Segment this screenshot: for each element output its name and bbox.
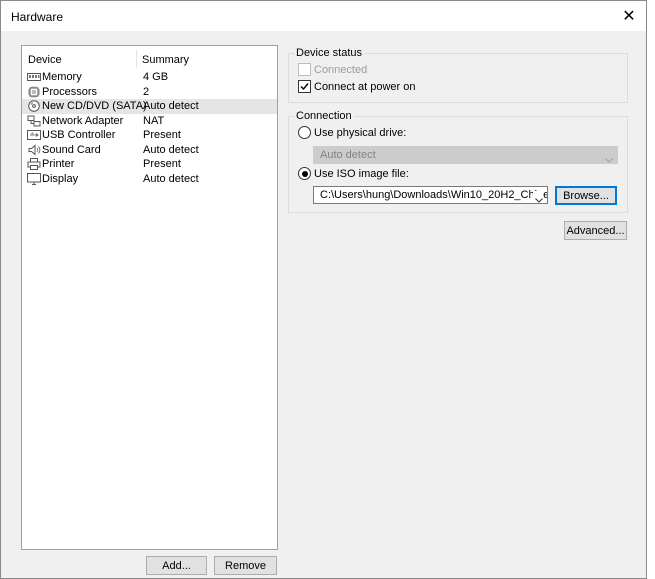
device-summary: 4 GB bbox=[143, 71, 169, 83]
window-title: Hardware bbox=[11, 10, 64, 24]
device-row-memory[interactable]: Memory 4 GB bbox=[22, 70, 277, 85]
device-status-title: Device status bbox=[294, 47, 365, 59]
device-summary: Auto detect bbox=[143, 100, 199, 112]
chevron-down-icon[interactable] bbox=[533, 192, 543, 203]
device-summary: 2 bbox=[143, 85, 150, 98]
device-name: Processors bbox=[42, 85, 98, 98]
usb-icon bbox=[27, 129, 41, 141]
connection-title: Connection bbox=[294, 110, 354, 122]
hardware-dialog: Hardware ✕ Device Summary Memory 4 GB Pr… bbox=[0, 0, 647, 579]
device-row-usb-controller[interactable]: USB Controller Present bbox=[22, 128, 277, 143]
device-list[interactable]: Device Summary Memory 4 GB Processors 2 bbox=[21, 45, 278, 550]
device-name: Display bbox=[42, 172, 79, 185]
device-row-display[interactable]: Display Auto detect bbox=[22, 172, 277, 187]
title-bar: Hardware ✕ bbox=[1, 1, 646, 31]
memory-icon bbox=[27, 71, 41, 83]
iso-path-input[interactable]: C:\Users\hung\Downloads\Win10_20H2_Chine… bbox=[313, 186, 548, 204]
physical-drive-select: Auto detect bbox=[313, 146, 618, 164]
use-iso-image-radio[interactable] bbox=[298, 167, 311, 180]
speaker-icon bbox=[27, 143, 41, 156]
device-name: New CD/DVD (SATA) bbox=[42, 100, 147, 112]
close-icon[interactable]: ✕ bbox=[612, 1, 646, 31]
physical-drive-value: Auto detect bbox=[320, 149, 376, 161]
browse-button[interactable]: Browse... bbox=[555, 186, 617, 205]
device-summary: Present bbox=[143, 129, 181, 141]
column-header-summary[interactable]: Summary bbox=[142, 54, 189, 66]
use-iso-image-label: Use ISO image file: bbox=[314, 168, 409, 180]
cd-dvd-icon bbox=[27, 100, 41, 112]
iso-path-value: C:\Users\hung\Downloads\Win10_20H2_Chine… bbox=[320, 189, 548, 201]
device-name: Printer bbox=[42, 158, 75, 170]
device-rows: Memory 4 GB Processors 2 New CD/DVD (SAT… bbox=[22, 70, 277, 186]
device-row-network-adapter[interactable]: Network Adapter NAT bbox=[22, 114, 277, 129]
device-summary: Auto detect bbox=[143, 172, 199, 185]
connected-checkbox[interactable] bbox=[298, 63, 311, 76]
device-name: Sound Card bbox=[42, 143, 101, 156]
connect-at-power-on-label: Connect at power on bbox=[314, 81, 416, 93]
connection-group: Connection Use physical drive: Auto dete… bbox=[288, 110, 628, 213]
column-header-device[interactable]: Device bbox=[28, 54, 62, 66]
connect-at-power-on-checkbox[interactable] bbox=[298, 80, 311, 93]
device-row-printer[interactable]: Printer Present bbox=[22, 157, 277, 172]
remove-button[interactable]: Remove bbox=[214, 556, 277, 575]
device-row-sound-card[interactable]: Sound Card Auto detect bbox=[22, 143, 277, 158]
device-name: Network Adapter bbox=[42, 114, 124, 127]
device-summary: Present bbox=[143, 158, 181, 170]
device-summary: NAT bbox=[143, 114, 165, 127]
column-separator[interactable] bbox=[136, 50, 137, 68]
printer-icon bbox=[27, 158, 41, 170]
device-row-processors[interactable]: Processors 2 bbox=[22, 85, 277, 100]
use-physical-drive-radio[interactable] bbox=[298, 126, 311, 139]
add-button[interactable]: Add... bbox=[146, 556, 207, 575]
device-name: USB Controller bbox=[42, 129, 116, 141]
device-list-header: Device Summary bbox=[22, 46, 277, 68]
device-status-group: Device status Connected Connect at power… bbox=[288, 47, 628, 103]
connected-label: Connected bbox=[314, 64, 368, 76]
network-icon bbox=[27, 115, 41, 127]
device-name: Memory bbox=[42, 71, 82, 83]
device-row-cd-dvd[interactable]: New CD/DVD (SATA) Auto detect bbox=[22, 99, 277, 114]
processor-icon bbox=[27, 86, 41, 98]
chevron-down-icon bbox=[605, 152, 613, 168]
device-summary: Auto detect bbox=[143, 143, 199, 156]
use-physical-drive-label: Use physical drive: bbox=[314, 127, 407, 139]
advanced-button[interactable]: Advanced... bbox=[564, 221, 627, 240]
monitor-icon bbox=[27, 172, 41, 185]
